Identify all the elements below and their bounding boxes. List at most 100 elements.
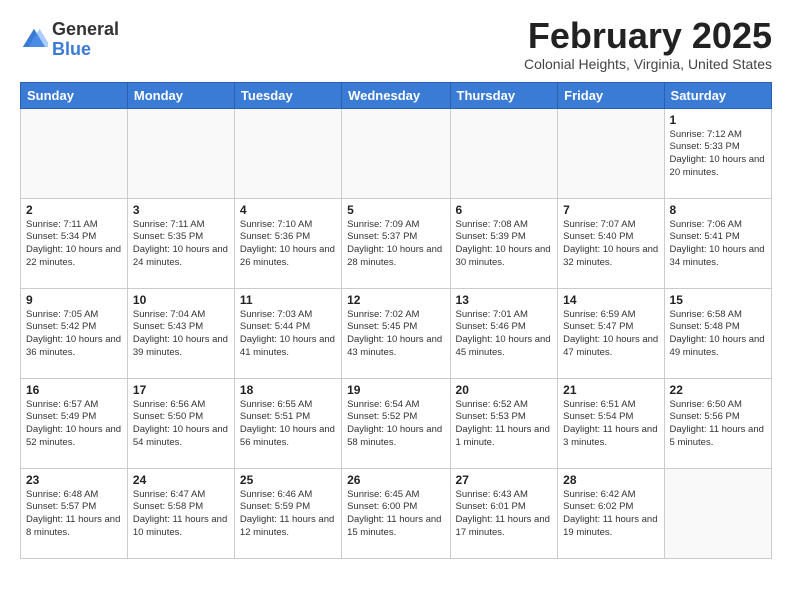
- calendar-day-header: Friday: [558, 82, 664, 108]
- day-number: 8: [670, 203, 766, 217]
- calendar-day-cell: 14 Sunrise: 6:59 AM Sunset: 5:47 PM Dayli…: [558, 288, 664, 378]
- day-number: 26: [347, 473, 444, 487]
- calendar-day-cell: 24 Sunrise: 6:47 AM Sunset: 5:58 PM Dayli…: [127, 468, 234, 558]
- calendar-day-cell: 9Sunrise: 7:05 AM Sunset: 5:42 PM Daylig…: [21, 288, 128, 378]
- day-number: 4: [240, 203, 336, 217]
- calendar-week-row: 23 Sunrise: 6:48 AM Sunset: 5:57 PM Dayli…: [21, 468, 772, 558]
- calendar-day-cell: [127, 108, 234, 198]
- day-number: 19: [347, 383, 444, 397]
- day-number: 11: [240, 293, 336, 307]
- calendar-day-cell: 5Sunrise: 7:09 AM Sunset: 5:37 PM Daylig…: [342, 198, 450, 288]
- day-info: Sunrise: 6:54 AM Sunset: 5:52 PM Dayligh…: [347, 399, 444, 450]
- day-info: Sunrise: 6:56 AM Sunset: 5:50 PM Dayligh…: [133, 399, 229, 450]
- calendar-day-cell: 25Sunrise: 6:46 AM Sunset: 5:59 PM Dayli…: [234, 468, 341, 558]
- day-number: 20: [456, 383, 553, 397]
- calendar-day-cell: 16 Sunrise: 6:57 AM Sunset: 5:49 PM Dayli…: [21, 378, 128, 468]
- day-number: 25: [240, 473, 336, 487]
- day-info: Sunrise: 7:02 AM Sunset: 5:45 PM Dayligh…: [347, 309, 444, 360]
- calendar-day-cell: 1 Sunrise: 7:12 AM Sunset: 5:33 PM Daylig…: [664, 108, 771, 198]
- day-number: 18: [240, 383, 336, 397]
- calendar-day-cell: 3 Sunrise: 7:11 AM Sunset: 5:35 PM Daylig…: [127, 198, 234, 288]
- calendar-day-cell: 13 Sunrise: 7:01 AM Sunset: 5:46 PM Dayli…: [450, 288, 558, 378]
- day-info: Sunrise: 6:47 AM Sunset: 5:58 PM Dayligh…: [133, 489, 229, 540]
- calendar-day-header: Thursday: [450, 82, 558, 108]
- day-number: 15: [670, 293, 766, 307]
- header: General Blue February 2025 Colonial Heig…: [20, 16, 772, 72]
- calendar-day-cell: 17Sunrise: 6:56 AM Sunset: 5:50 PM Dayli…: [127, 378, 234, 468]
- day-number: 3: [133, 203, 229, 217]
- calendar-day-cell: 10 Sunrise: 7:04 AM Sunset: 5:43 PM Dayli…: [127, 288, 234, 378]
- day-info: Sunrise: 6:57 AM Sunset: 5:49 PM Dayligh…: [26, 399, 122, 450]
- calendar-day-header: Tuesday: [234, 82, 341, 108]
- calendar-day-cell: 22 Sunrise: 6:50 AM Sunset: 5:56 PM Dayli…: [664, 378, 771, 468]
- calendar-day-cell: 7Sunrise: 7:07 AM Sunset: 5:40 PM Daylig…: [558, 198, 664, 288]
- calendar-day-cell: 15Sunrise: 6:58 AM Sunset: 5:48 PM Dayli…: [664, 288, 771, 378]
- day-info: Sunrise: 7:11 AM Sunset: 5:34 PM Dayligh…: [26, 219, 122, 270]
- day-info: Sunrise: 7:08 AM Sunset: 5:39 PM Dayligh…: [456, 219, 553, 270]
- calendar-day-cell: 28 Sunrise: 6:42 AM Sunset: 6:02 PM Dayli…: [558, 468, 664, 558]
- calendar-day-cell: [664, 468, 771, 558]
- day-info: Sunrise: 7:05 AM Sunset: 5:42 PM Dayligh…: [26, 309, 122, 360]
- day-number: 6: [456, 203, 553, 217]
- calendar-day-cell: 2 Sunrise: 7:11 AM Sunset: 5:34 PM Daylig…: [21, 198, 128, 288]
- calendar-day-cell: 20 Sunrise: 6:52 AM Sunset: 5:53 PM Dayli…: [450, 378, 558, 468]
- calendar-day-header: Wednesday: [342, 82, 450, 108]
- day-info: Sunrise: 6:50 AM Sunset: 5:56 PM Dayligh…: [670, 399, 766, 450]
- day-info: Sunrise: 6:43 AM Sunset: 6:01 PM Dayligh…: [456, 489, 553, 540]
- day-info: Sunrise: 6:51 AM Sunset: 5:54 PM Dayligh…: [563, 399, 658, 450]
- logo-general-label: General: [52, 20, 119, 40]
- day-info: Sunrise: 7:11 AM Sunset: 5:35 PM Dayligh…: [133, 219, 229, 270]
- calendar-day-cell: 26 Sunrise: 6:45 AM Sunset: 6:00 PM Dayli…: [342, 468, 450, 558]
- calendar-day-cell: [450, 108, 558, 198]
- day-info: Sunrise: 6:55 AM Sunset: 5:51 PM Dayligh…: [240, 399, 336, 450]
- day-number: 24: [133, 473, 229, 487]
- day-number: 16: [26, 383, 122, 397]
- day-info: Sunrise: 7:07 AM Sunset: 5:40 PM Dayligh…: [563, 219, 658, 270]
- calendar-week-row: 2 Sunrise: 7:11 AM Sunset: 5:34 PM Daylig…: [21, 198, 772, 288]
- day-number: 1: [670, 113, 766, 127]
- calendar-day-cell: 19 Sunrise: 6:54 AM Sunset: 5:52 PM Dayli…: [342, 378, 450, 468]
- day-number: 5: [347, 203, 444, 217]
- month-title: February 2025: [524, 16, 772, 56]
- day-info: Sunrise: 6:48 AM Sunset: 5:57 PM Dayligh…: [26, 489, 122, 540]
- day-number: 12: [347, 293, 444, 307]
- day-number: 28: [563, 473, 658, 487]
- day-number: 10: [133, 293, 229, 307]
- calendar-day-cell: [558, 108, 664, 198]
- calendar-table: SundayMondayTuesdayWednesdayThursdayFrid…: [20, 82, 772, 559]
- day-info: Sunrise: 6:45 AM Sunset: 6:00 PM Dayligh…: [347, 489, 444, 540]
- day-info: Sunrise: 7:06 AM Sunset: 5:41 PM Dayligh…: [670, 219, 766, 270]
- calendar-day-header: Saturday: [664, 82, 771, 108]
- logo-blue-label: Blue: [52, 40, 119, 60]
- calendar-day-cell: 6 Sunrise: 7:08 AM Sunset: 5:39 PM Daylig…: [450, 198, 558, 288]
- day-info: Sunrise: 6:52 AM Sunset: 5:53 PM Dayligh…: [456, 399, 553, 450]
- day-number: 23: [26, 473, 122, 487]
- day-number: 27: [456, 473, 553, 487]
- calendar-day-cell: 21 Sunrise: 6:51 AM Sunset: 5:54 PM Dayli…: [558, 378, 664, 468]
- calendar-day-cell: [342, 108, 450, 198]
- calendar-week-row: 16 Sunrise: 6:57 AM Sunset: 5:49 PM Dayli…: [21, 378, 772, 468]
- calendar-day-cell: 8 Sunrise: 7:06 AM Sunset: 5:41 PM Daylig…: [664, 198, 771, 288]
- calendar-day-cell: [234, 108, 341, 198]
- day-info: Sunrise: 7:01 AM Sunset: 5:46 PM Dayligh…: [456, 309, 553, 360]
- day-number: 21: [563, 383, 658, 397]
- calendar-day-cell: 4 Sunrise: 7:10 AM Sunset: 5:36 PM Daylig…: [234, 198, 341, 288]
- calendar-week-row: 9Sunrise: 7:05 AM Sunset: 5:42 PM Daylig…: [21, 288, 772, 378]
- page: General Blue February 2025 Colonial Heig…: [0, 0, 792, 569]
- calendar-day-cell: 23 Sunrise: 6:48 AM Sunset: 5:57 PM Dayli…: [21, 468, 128, 558]
- calendar-day-cell: 27 Sunrise: 6:43 AM Sunset: 6:01 PM Dayli…: [450, 468, 558, 558]
- calendar-day-header: Sunday: [21, 82, 128, 108]
- day-info: Sunrise: 6:59 AM Sunset: 5:47 PM Dayligh…: [563, 309, 658, 360]
- day-number: 13: [456, 293, 553, 307]
- day-info: Sunrise: 6:42 AM Sunset: 6:02 PM Dayligh…: [563, 489, 658, 540]
- location-subtitle: Colonial Heights, Virginia, United State…: [524, 56, 772, 72]
- calendar-day-cell: 12 Sunrise: 7:02 AM Sunset: 5:45 PM Dayli…: [342, 288, 450, 378]
- day-info: Sunrise: 7:04 AM Sunset: 5:43 PM Dayligh…: [133, 309, 229, 360]
- day-number: 22: [670, 383, 766, 397]
- day-number: 2: [26, 203, 122, 217]
- day-number: 14: [563, 293, 658, 307]
- day-info: Sunrise: 7:10 AM Sunset: 5:36 PM Dayligh…: [240, 219, 336, 270]
- calendar-day-cell: 11Sunrise: 7:03 AM Sunset: 5:44 PM Dayli…: [234, 288, 341, 378]
- calendar-day-header: Monday: [127, 82, 234, 108]
- day-info: Sunrise: 7:12 AM Sunset: 5:33 PM Dayligh…: [670, 129, 766, 180]
